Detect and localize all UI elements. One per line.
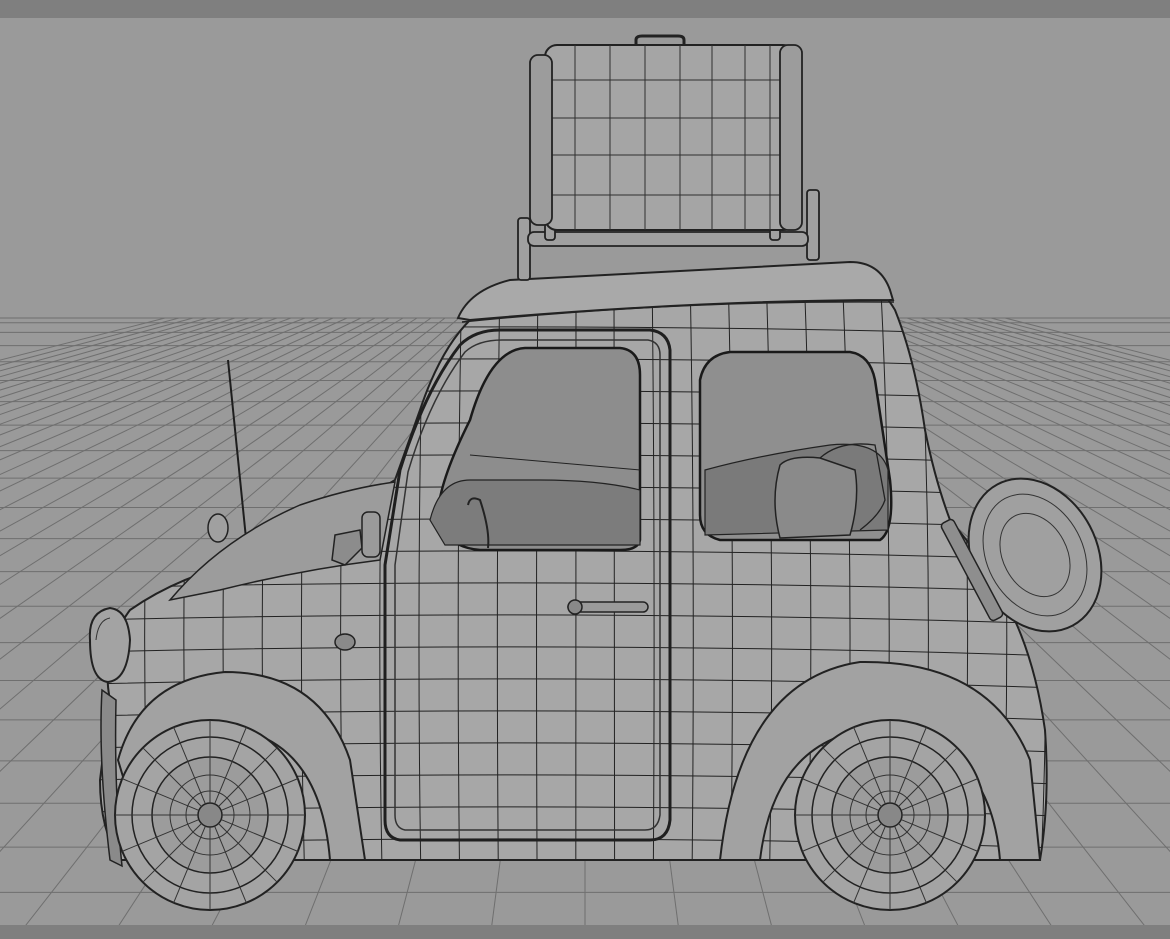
viewport-bottom-border	[0, 925, 1170, 939]
door-handle	[567, 599, 649, 615]
front-wheel	[114, 719, 306, 911]
indicator-light	[334, 633, 356, 651]
viewport-canvas[interactable]	[0, 0, 1170, 939]
rear-window	[698, 350, 893, 542]
rear-wheel	[794, 719, 986, 911]
suitcase	[529, 34, 803, 231]
3d-viewport[interactable]	[0, 0, 1170, 939]
